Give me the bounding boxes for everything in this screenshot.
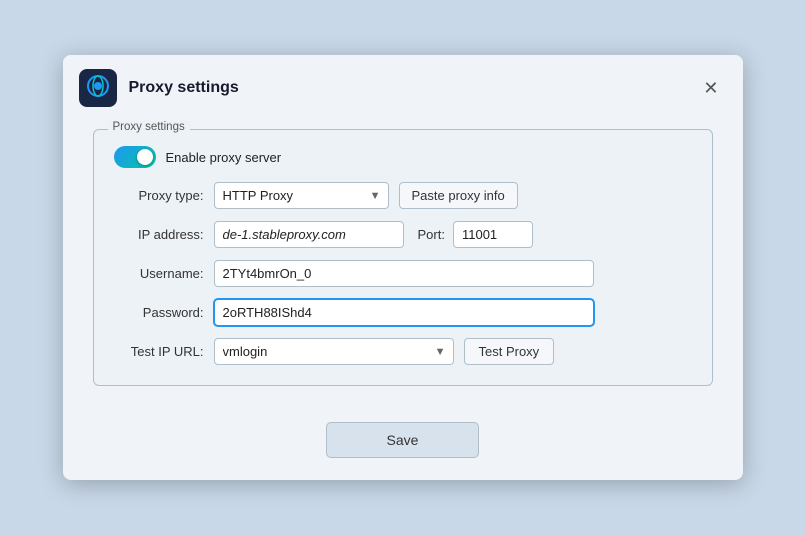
username-label: Username: xyxy=(114,266,204,281)
app-logo xyxy=(79,69,117,107)
test-ip-label: Test IP URL: xyxy=(114,344,204,359)
proxy-group: Proxy settings Enable proxy server Proxy… xyxy=(93,129,713,386)
dialog-body: Proxy settings Enable proxy server Proxy… xyxy=(63,117,743,406)
port-label: Port: xyxy=(418,227,445,242)
title-bar: Proxy settings ✕ xyxy=(63,55,743,117)
password-label: Password: xyxy=(114,305,204,320)
toggle-label: Enable proxy server xyxy=(166,150,282,165)
test-proxy-button[interactable]: Test Proxy xyxy=(464,338,555,365)
password-row: Password: xyxy=(114,299,692,326)
dialog-title: Proxy settings xyxy=(129,79,698,97)
proxy-type-select-wrap: HTTP Proxy SOCKS4 SOCKS5 ▼ xyxy=(214,182,389,209)
save-button[interactable]: Save xyxy=(326,422,480,458)
enable-proxy-toggle[interactable] xyxy=(114,146,156,168)
enable-proxy-wrap: Enable proxy server xyxy=(114,146,282,168)
dialog-footer: Save xyxy=(63,406,743,480)
test-ip-select[interactable]: vmlogin api64.ipify.org httpbin.org/ip xyxy=(214,338,454,365)
toggle-thumb xyxy=(137,149,153,165)
proxy-type-row: Proxy type: HTTP Proxy SOCKS4 SOCKS5 ▼ P… xyxy=(114,182,692,209)
test-ip-row: Test IP URL: vmlogin api64.ipify.org htt… xyxy=(114,338,692,365)
ip-address-input[interactable] xyxy=(214,221,404,248)
close-button[interactable]: ✕ xyxy=(697,77,724,99)
proxy-type-select[interactable]: HTTP Proxy SOCKS4 SOCKS5 xyxy=(214,182,389,209)
paste-proxy-button[interactable]: Paste proxy info xyxy=(399,182,518,209)
ip-label: IP address: xyxy=(114,227,204,242)
username-input[interactable] xyxy=(214,260,594,287)
proxy-type-label: Proxy type: xyxy=(114,188,204,203)
ip-port-row: IP address: Port: xyxy=(114,221,692,248)
toggle-row: Enable proxy server xyxy=(114,146,692,168)
group-label: Proxy settings xyxy=(108,121,190,133)
username-row: Username: xyxy=(114,260,692,287)
test-ip-select-wrap: vmlogin api64.ipify.org httpbin.org/ip ▼ xyxy=(214,338,454,365)
port-input[interactable] xyxy=(453,221,533,248)
proxy-settings-dialog: Proxy settings ✕ Proxy settings Enable p… xyxy=(63,55,743,480)
password-input[interactable] xyxy=(214,299,594,326)
